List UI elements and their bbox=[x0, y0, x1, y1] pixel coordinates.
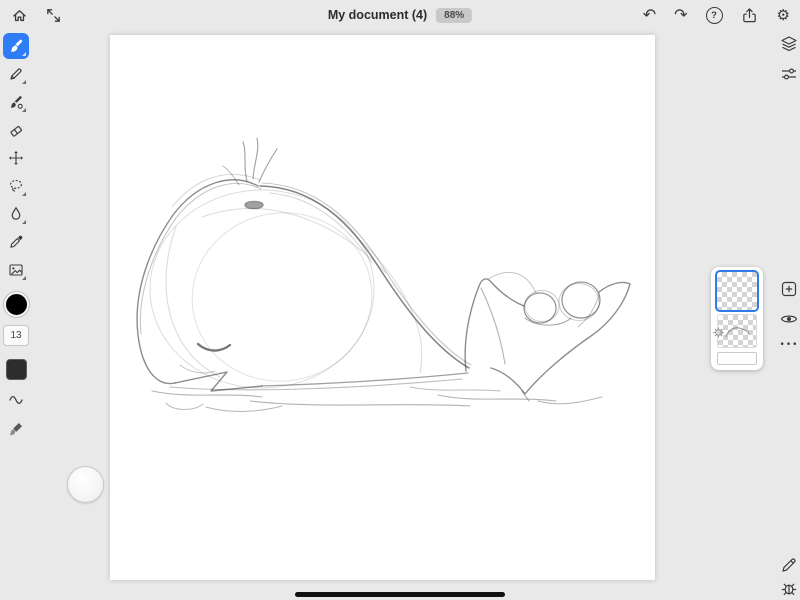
layer-properties-icon[interactable] bbox=[778, 63, 800, 85]
layers-panel-icon[interactable] bbox=[778, 33, 800, 55]
redo-icon[interactable]: ↷ bbox=[674, 7, 687, 23]
fill-tool[interactable] bbox=[3, 201, 29, 227]
document-title[interactable]: My document (4) bbox=[328, 8, 427, 22]
vector-brush-tool[interactable] bbox=[3, 61, 29, 87]
more-options-icon[interactable]: ••• bbox=[778, 334, 800, 356]
layers-panel bbox=[711, 267, 763, 370]
whale-sketch bbox=[110, 35, 655, 580]
mixer-brush-tool[interactable] bbox=[3, 89, 29, 115]
layer-badge-icon bbox=[712, 326, 725, 339]
help-icon[interactable]: ? bbox=[706, 7, 723, 24]
document-title-group[interactable]: My document (4) 88% bbox=[328, 0, 472, 30]
drawing-canvas[interactable] bbox=[110, 35, 655, 580]
settings-gear-icon[interactable]: ⚙ bbox=[777, 8, 790, 23]
eraser-tool[interactable] bbox=[3, 117, 29, 143]
stylus-pencil-icon[interactable] bbox=[778, 554, 800, 576]
home-indicator[interactable] bbox=[295, 592, 505, 597]
brush-size-field[interactable]: 13 bbox=[3, 325, 29, 346]
layer-thumbnail[interactable] bbox=[717, 314, 757, 348]
zoom-badge[interactable]: 88% bbox=[436, 8, 472, 23]
top-bar: My document (4) 88% ↶ ↷ ? ⚙ bbox=[0, 0, 800, 30]
place-image-tool[interactable] bbox=[3, 257, 29, 283]
eyedropper-tool[interactable] bbox=[3, 229, 29, 255]
brush-settings-tool[interactable] bbox=[3, 416, 29, 442]
lasso-select-tool[interactable] bbox=[3, 173, 29, 199]
layer-visibility-eye-icon[interactable] bbox=[778, 308, 800, 330]
paint-brush-tool[interactable] bbox=[3, 33, 29, 59]
smoothing-tool[interactable] bbox=[3, 386, 29, 412]
layer-thumbnail-selected[interactable] bbox=[717, 272, 757, 310]
tool-sidebar: 13 bbox=[0, 32, 32, 444]
secondary-color-swatch[interactable] bbox=[6, 359, 27, 380]
primary-color-swatch[interactable] bbox=[4, 292, 29, 317]
expand-icon[interactable] bbox=[44, 6, 62, 24]
transform-move-tool[interactable] bbox=[3, 145, 29, 171]
fresco-app: My document (4) 88% ↶ ↷ ? ⚙ bbox=[0, 0, 800, 600]
home-icon[interactable] bbox=[10, 6, 28, 24]
background-layer-swatch[interactable] bbox=[717, 352, 757, 365]
add-layer-icon[interactable] bbox=[778, 278, 800, 300]
touch-shortcut-button[interactable] bbox=[67, 466, 104, 503]
undo-icon[interactable]: ↶ bbox=[643, 7, 656, 23]
share-icon[interactable] bbox=[741, 6, 759, 24]
bug-report-icon[interactable] bbox=[778, 577, 800, 599]
